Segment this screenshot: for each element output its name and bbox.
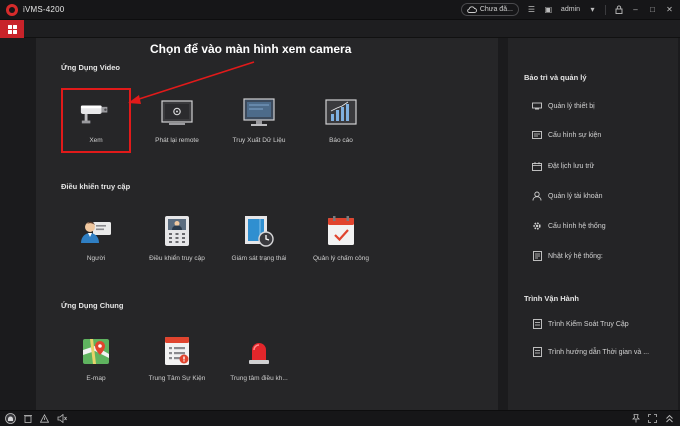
menu-item-time-wizard[interactable]: Trình hướng dẫn Thời gian và ... (532, 346, 649, 358)
tile-truy-xuat[interactable]: Truy Xuất Dữ Liệu (224, 88, 294, 150)
section-title-access: Điều khiển truy cập (61, 182, 131, 191)
tile-su-kien[interactable]: Trung Tâm Sự Kiện (142, 326, 212, 388)
door-control-icon (160, 214, 194, 248)
status-bar-right (632, 414, 674, 423)
account-icon (532, 191, 542, 201)
playback-icon (160, 96, 194, 130)
status-bar (0, 410, 680, 426)
map-icon (79, 334, 113, 368)
menu-item-label: Cấu hình sự kiện (548, 131, 602, 139)
event-list-icon (160, 334, 194, 368)
tile-dieu-khien-bao-dong[interactable]: Trung tâm điều kh... (224, 326, 294, 388)
trash-icon[interactable] (24, 414, 32, 423)
tile-dieu-khien[interactable]: Điều khiển truy cập (142, 206, 212, 268)
tile-label: Truy Xuất Dữ Liệu (232, 137, 286, 144)
menu-item-device[interactable]: Quản lý thiết bị (532, 100, 595, 112)
menu-item-label: Trình hướng dẫn Thời gian và ... (548, 348, 650, 356)
menu-item-label: Trình Kiểm Soát Truy Cập (548, 320, 629, 328)
time-wizard-icon (532, 347, 542, 357)
tile-playback[interactable]: Phát lại remote (142, 88, 212, 150)
calendar-check-icon (324, 214, 358, 248)
monitor-icon (242, 96, 276, 130)
menu-item-label: Quản lý tài khoản (548, 192, 603, 200)
warning-icon[interactable] (40, 414, 49, 423)
menu-item-event-config[interactable]: Cấu hình sự kiện (532, 129, 601, 141)
tile-label: Quản lý chấm công (312, 255, 369, 262)
fullscreen-icon[interactable] (648, 414, 657, 423)
menu-item-label: Đặt lịch lưu trữ (548, 162, 595, 170)
tile-label: E-map (86, 375, 106, 382)
access-wizard-icon (532, 319, 542, 329)
status-monitor-icon (242, 214, 276, 248)
menu-item-label: Quản lý thiết bị (548, 102, 595, 110)
tile-bao-cao[interactable]: Báo cáo (306, 88, 376, 150)
menu-item-label: Nhật ký hệ thống: (548, 252, 603, 260)
tile-label: Phát lại remote (155, 137, 199, 144)
section-title-operation: Trình Vận Hành (524, 294, 580, 303)
pin-icon[interactable] (632, 414, 640, 423)
tile-cham-cong[interactable]: Quản lý chấm công (306, 206, 376, 268)
event-config-icon (532, 130, 542, 140)
tile-emap[interactable]: E-map (61, 326, 131, 388)
menu-item-system-log[interactable]: Nhật ký hệ thống: (532, 250, 603, 262)
person-card-icon (79, 214, 113, 248)
storage-schedule-icon (532, 161, 542, 171)
menu-item-label: Cấu hình hệ thống (548, 222, 606, 230)
tile-label: Báo cáo (329, 137, 353, 144)
section-title-maintenance: Bảo trì và quản lý (524, 73, 587, 82)
log-icon (532, 251, 542, 261)
speaker-icon[interactable] (57, 414, 67, 423)
menu-item-storage-schedule[interactable]: Đặt lịch lưu trữ (532, 160, 594, 172)
menu-item-system-config[interactable]: Cấu hình hệ thống (532, 220, 606, 232)
menu-item-account[interactable]: Quản lý tài khoản (532, 190, 602, 202)
tile-label: Giám sát trạng thái (231, 255, 287, 262)
alarm-status-icon[interactable] (5, 413, 16, 424)
menu-item-access-wizard[interactable]: Trình Kiểm Soát Truy Cập (532, 318, 629, 330)
chevron-up-icon[interactable] (665, 414, 674, 423)
status-bar-left (5, 413, 67, 424)
report-chart-icon (324, 96, 358, 130)
section-title-video: Ứng Dụng Video (61, 63, 120, 72)
system-gear-icon (532, 221, 542, 231)
tile-label: Người (86, 255, 106, 262)
tile-label: Trung Tâm Sự Kiện (148, 375, 206, 382)
highlight-box (61, 88, 131, 153)
device-icon (532, 101, 542, 111)
section-title-common: Ứng Dụng Chung (61, 301, 124, 310)
tile-label: Điều khiển truy cập (149, 255, 205, 262)
tile-label: Trung tâm điều kh... (230, 375, 288, 382)
tile-giam-sat[interactable]: Giám sát trạng thái (224, 206, 294, 268)
tile-nguoi[interactable]: Người (61, 206, 131, 268)
alarm-light-icon (242, 334, 276, 368)
